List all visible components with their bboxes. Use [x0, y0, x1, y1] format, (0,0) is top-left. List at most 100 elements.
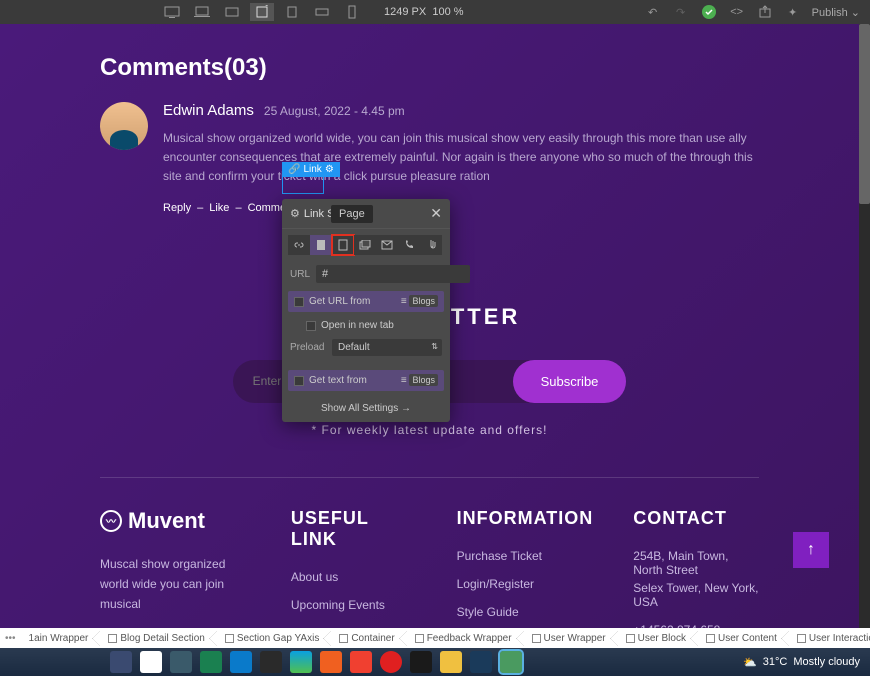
- footer-link[interactable]: Login/Register: [457, 577, 594, 591]
- like-link[interactable]: Like: [209, 202, 229, 214]
- breadcrumb-item[interactable]: 1ain Wrapper: [21, 630, 101, 647]
- taskbar-app-icon[interactable]: [380, 651, 402, 673]
- link-settings-popup: ⚙ Link Se ✕ URL Get URL from ≡ Blogs Ope…: [282, 199, 450, 422]
- comment-block: Edwin Adams 25 August, 2022 - 4.45 pm Mu…: [100, 102, 759, 214]
- breadcrumb-item[interactable]: User Block: [618, 630, 698, 647]
- comment-actions: Reply – Like – Comments: [163, 202, 759, 214]
- comment-text: Musical show organized world wide, you c…: [163, 129, 759, 187]
- device-phone-wide-icon[interactable]: [310, 3, 334, 21]
- url-label: URL: [290, 269, 310, 280]
- contact-address: Selex Tower, New York, USA: [633, 581, 759, 609]
- chevron-down-icon: ⌄: [851, 7, 860, 19]
- link-type-tabs: [282, 229, 450, 261]
- reply-link[interactable]: Reply: [163, 202, 191, 214]
- get-text-row[interactable]: Get text from ≡ Blogs: [288, 370, 444, 391]
- footer-link[interactable]: Purchase Ticket: [457, 549, 594, 563]
- taskbar-app-icon[interactable]: [260, 651, 282, 673]
- device-desktop-icon[interactable]: [160, 3, 184, 21]
- taskbar-app-icon[interactable]: [140, 651, 162, 673]
- gear-icon: ⚙: [290, 207, 300, 220]
- taskbar-app-icon[interactable]: [230, 651, 252, 673]
- link-tab-block-icon[interactable]: [310, 235, 332, 255]
- link-tab-popup-icon[interactable]: [354, 235, 376, 255]
- divider: [100, 477, 759, 478]
- taskbar-app-icon[interactable]: [110, 651, 132, 673]
- checkbox[interactable]: [306, 321, 316, 331]
- scroll-top-button[interactable]: ↑: [793, 532, 829, 568]
- footer-columns: 〰 Muvent Muscal show organized world wid…: [100, 508, 759, 628]
- link-element-badge[interactable]: 🔗 Link ⚙: [282, 162, 340, 177]
- taskbar-app-icon[interactable]: [350, 651, 372, 673]
- link-tab-page-icon[interactable]: [332, 235, 354, 255]
- taskbar-app-icon[interactable]: [290, 651, 312, 673]
- breadcrumb-item[interactable]: Feedback Wrapper: [407, 630, 524, 647]
- open-new-tab-row[interactable]: Open in new tab: [282, 316, 450, 335]
- breadcrumb-item[interactable]: Container: [331, 630, 406, 647]
- publish-button[interactable]: Publish ⌄: [812, 6, 860, 19]
- status-ok-icon[interactable]: [700, 3, 718, 21]
- subscribe-button[interactable]: Subscribe: [513, 360, 627, 403]
- vertical-scrollbar[interactable]: [859, 24, 870, 628]
- viewport-width: 1249 PX 100 %: [384, 6, 464, 18]
- taskbar-app-icon[interactable]: [200, 651, 222, 673]
- selected-link-box[interactable]: [282, 176, 324, 194]
- breadcrumb-item[interactable]: User Wrapper: [524, 630, 618, 647]
- footer-link[interactable]: Style Guide: [457, 605, 594, 619]
- preload-select[interactable]: Default: [332, 339, 442, 356]
- brand-description: Muscal show organized world wide you can…: [100, 554, 251, 615]
- preload-label: Preload: [290, 342, 326, 353]
- link-tab-phone-icon[interactable]: [398, 235, 420, 255]
- taskbar-app-icon[interactable]: [470, 651, 492, 673]
- arrow-right-icon: →: [401, 403, 411, 414]
- breadcrumb-item[interactable]: User Interaction Block: [789, 630, 870, 647]
- information-title: INFORMATION: [457, 508, 594, 529]
- url-input[interactable]: [316, 265, 470, 283]
- close-icon[interactable]: ✕: [430, 205, 442, 222]
- device-switcher: [160, 3, 364, 21]
- link-tab-url-icon[interactable]: [288, 235, 310, 255]
- checkbox[interactable]: [294, 297, 304, 307]
- link-icon: 🔗: [288, 164, 300, 175]
- newsletter-note: * For weekly latest update and offers!: [100, 423, 759, 437]
- taskbar-app-icon[interactable]: [410, 651, 432, 673]
- device-phone-icon[interactable]: [340, 3, 364, 21]
- comment-author: Edwin Adams: [163, 102, 254, 119]
- editor-topbar: 1249 PX 100 % ↶ ↷ <> ✦ Publish ⌄: [0, 0, 870, 24]
- breadcrumb-item[interactable]: Blog Detail Section: [100, 630, 217, 647]
- contact-address: 254B, Main Town, North Street: [633, 549, 759, 577]
- undo-icon[interactable]: ↶: [644, 3, 662, 21]
- device-tablet-icon[interactable]: [250, 3, 274, 21]
- get-url-row[interactable]: Get URL from ≡ Blogs: [288, 291, 444, 312]
- breadcrumb-item[interactable]: User Content: [698, 630, 789, 647]
- device-tablet-wide-icon[interactable]: [220, 3, 244, 21]
- checkbox[interactable]: [294, 376, 304, 386]
- weather-text: Mostly cloudy: [793, 656, 860, 668]
- taskbar-chrome-icon[interactable]: [500, 651, 522, 673]
- comment-date: 25 August, 2022 - 4.45 pm: [264, 104, 405, 118]
- link-tab-file-icon[interactable]: [420, 235, 442, 255]
- breadcrumb-more[interactable]: •••: [0, 633, 21, 644]
- breadcrumb-item[interactable]: Section Gap YAxis: [217, 630, 331, 647]
- taskbar-app-icon[interactable]: [170, 651, 192, 673]
- gear-icon[interactable]: ⚙: [325, 164, 334, 175]
- avatar: [100, 102, 148, 150]
- footer-link[interactable]: About us: [291, 570, 417, 584]
- logo-icon: 〰: [100, 510, 122, 532]
- link-tab-email-icon[interactable]: [376, 235, 398, 255]
- footer-link[interactable]: Upcoming Events: [291, 598, 417, 612]
- breadcrumb: ••• 1ain Wrapper Blog Detail Section Sec…: [0, 628, 870, 648]
- windows-taskbar: ⛅ 31°C Mostly cloudy: [0, 648, 870, 676]
- device-tablet-small-icon[interactable]: [280, 3, 304, 21]
- comments-heading: Comments(03): [100, 54, 759, 82]
- redo-icon[interactable]: ↷: [672, 3, 690, 21]
- device-laptop-icon[interactable]: [190, 3, 214, 21]
- page-tooltip: Page: [331, 205, 373, 223]
- show-all-settings[interactable]: Show All Settings →: [282, 395, 450, 422]
- code-icon[interactable]: <>: [728, 3, 746, 21]
- brand-logo: 〰 Muvent: [100, 508, 251, 534]
- weather-icon: ⛅: [743, 656, 757, 669]
- temperature: 31°C: [763, 656, 788, 668]
- taskbar-app-icon[interactable]: [440, 651, 462, 673]
- share-icon[interactable]: [756, 3, 774, 21]
- taskbar-app-icon[interactable]: [320, 651, 342, 673]
